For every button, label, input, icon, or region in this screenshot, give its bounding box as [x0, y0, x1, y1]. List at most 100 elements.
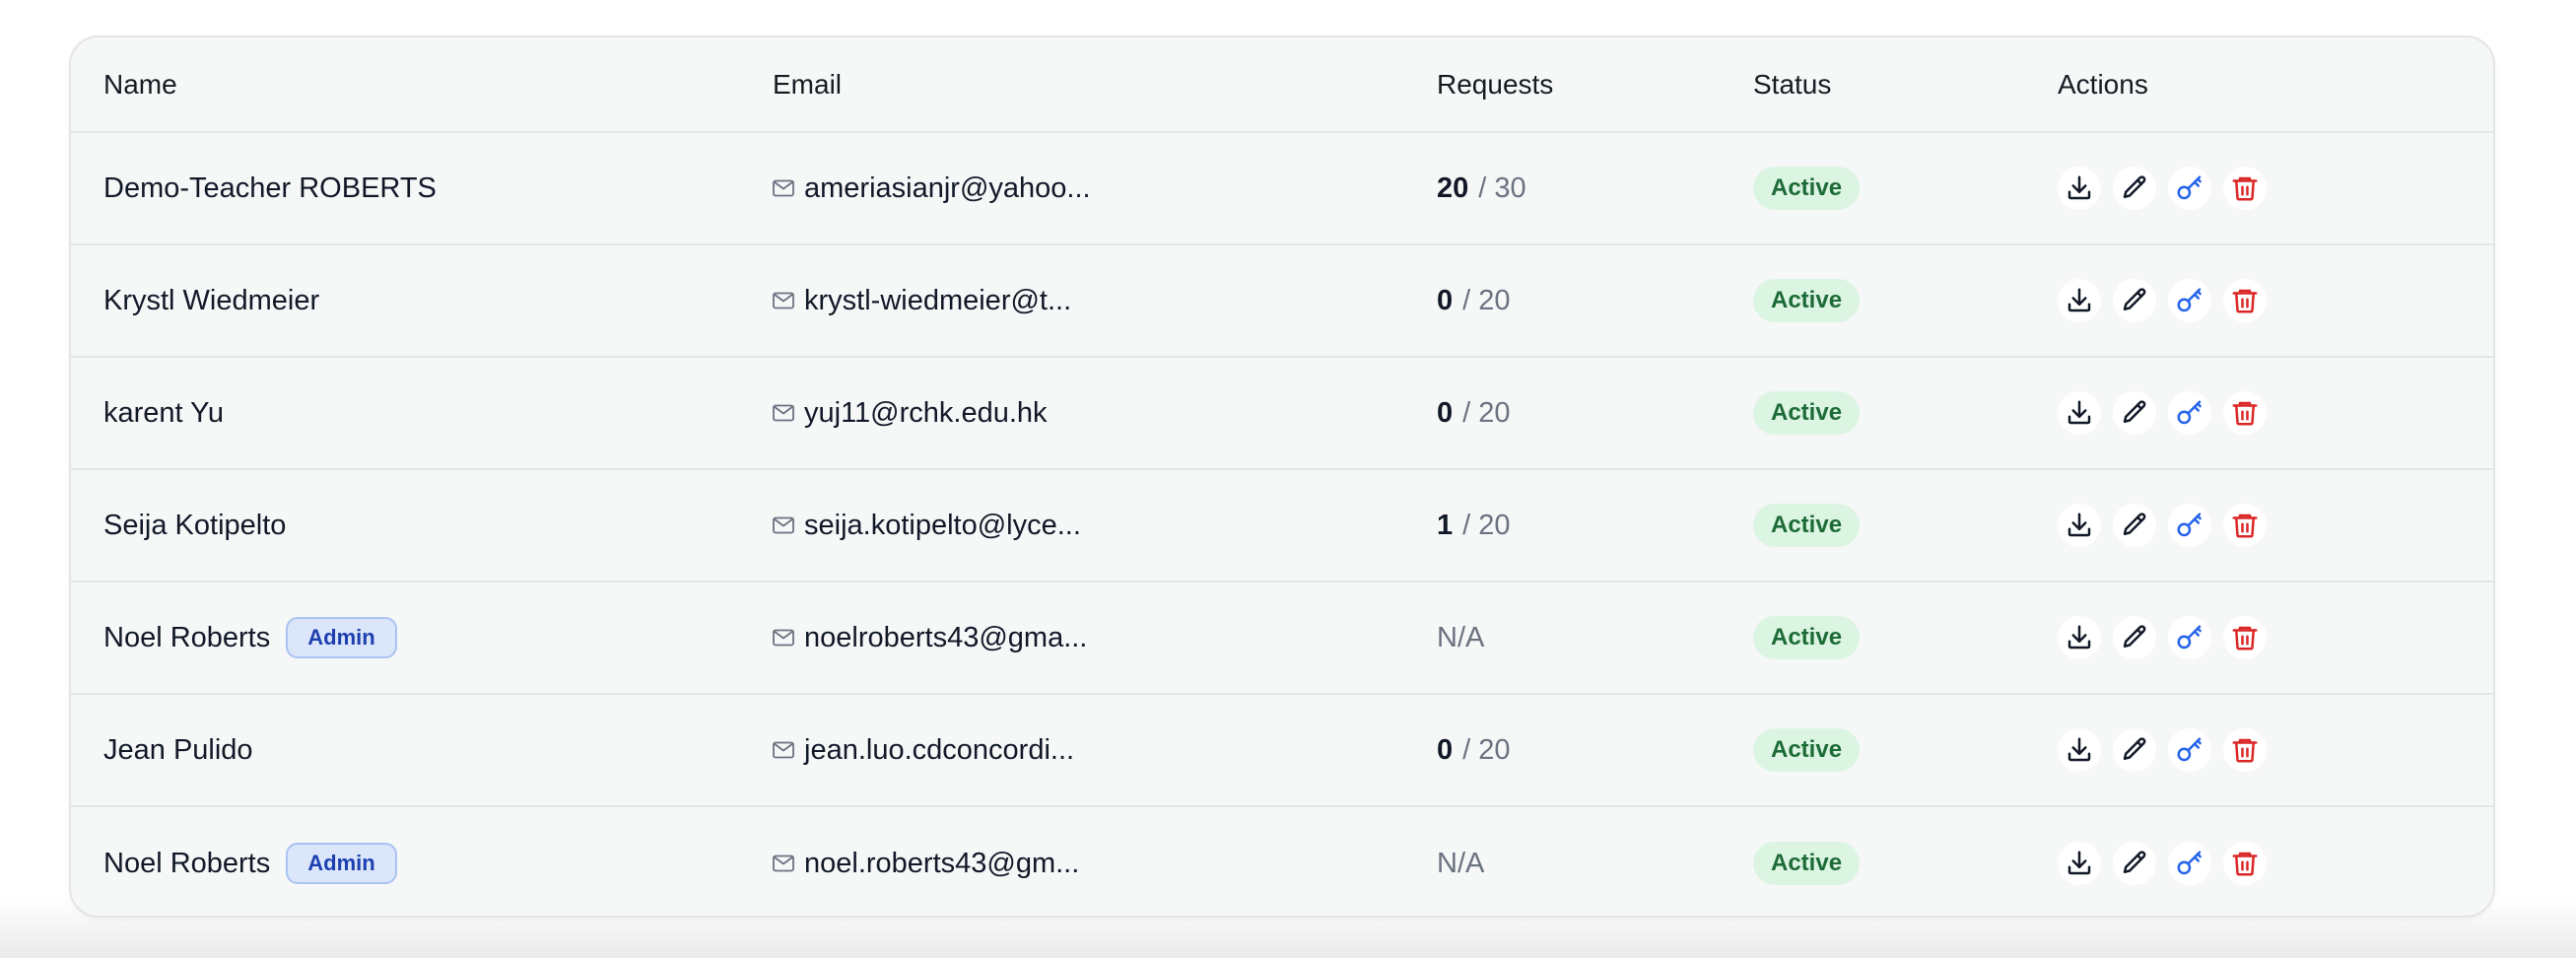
download-icon [2065, 623, 2094, 652]
trash-icon [2230, 398, 2260, 428]
name-cell: Jean Pulido [103, 695, 253, 805]
header-name: Name [103, 68, 177, 100]
download-button[interactable] [2058, 167, 2101, 210]
actions-cell [2058, 358, 2278, 468]
status-cell: Active [1753, 358, 1861, 468]
key-icon [2175, 849, 2204, 878]
download-button[interactable] [2058, 504, 2101, 547]
user-email: krystl-wiedmeier@t... [804, 284, 1072, 316]
key-icon [2175, 735, 2204, 765]
header-email: Email [773, 68, 843, 100]
header-actions: Actions [2058, 68, 2148, 100]
requests-limit: 20 [1478, 733, 1511, 766]
key-icon [2175, 623, 2204, 652]
email-cell: yuj11@rchk.edu.hk [773, 358, 1048, 468]
reset-key-button[interactable] [2168, 616, 2211, 659]
trash-icon [2230, 849, 2260, 878]
edit-button[interactable] [2113, 842, 2156, 885]
pencil-icon [2120, 735, 2149, 765]
download-icon [2065, 849, 2094, 878]
email-cell: noelroberts43@gma... [773, 582, 1087, 693]
download-icon [2065, 398, 2094, 428]
user-name: Seija Kotipelto [103, 509, 287, 541]
requests-used: 1 [1437, 509, 1454, 541]
actions-cell [2058, 807, 2278, 916]
delete-button[interactable] [2223, 391, 2267, 435]
user-email: yuj11@rchk.edu.hk [804, 396, 1048, 429]
table-row: Noel Roberts Admin noelroberts43@gma... N/A… [71, 582, 2493, 695]
status-badge: Active [1753, 842, 1861, 885]
email-cell: seija.kotipelto@lyce... [773, 470, 1081, 581]
edit-button[interactable] [2113, 279, 2156, 322]
edit-button[interactable] [2113, 728, 2156, 772]
name-cell: Demo-Teacher ROBERTS [103, 133, 437, 243]
name-cell: Seija Kotipelto [103, 470, 286, 581]
pencil-icon [2120, 511, 2149, 540]
reset-key-button[interactable] [2168, 728, 2211, 772]
status-badge: Active [1753, 616, 1861, 659]
user-name: Demo-Teacher ROBERTS [103, 171, 437, 204]
name-cell: Noel Roberts Admin [103, 582, 397, 693]
delete-button[interactable] [2223, 616, 2267, 659]
requests-limit: 30 [1494, 171, 1526, 204]
user-email: ameriasianjr@yahoo... [804, 171, 1091, 204]
email-cell: jean.luo.cdconcordi... [773, 695, 1074, 805]
reset-key-button[interactable] [2168, 167, 2211, 210]
requests-limit: 20 [1478, 284, 1511, 316]
table-row: Noel Roberts Admin noel.roberts43@gm... N/A… [71, 807, 2493, 916]
status-cell: Active [1753, 695, 1861, 805]
download-button[interactable] [2058, 842, 2101, 885]
edit-button[interactable] [2113, 167, 2156, 210]
download-button[interactable] [2058, 279, 2101, 322]
download-icon [2065, 735, 2094, 765]
edit-button[interactable] [2113, 391, 2156, 435]
requests-cell: N/A [1437, 807, 1484, 916]
reset-key-button[interactable] [2168, 279, 2211, 322]
status-badge: Active [1753, 728, 1861, 772]
requests-cell: 0/20 [1437, 358, 1510, 468]
actions-cell [2058, 582, 2278, 693]
user-name: Jean Pulido [103, 733, 253, 766]
download-button[interactable] [2058, 616, 2101, 659]
name-cell: Krystl Wiedmeier [103, 245, 319, 356]
delete-button[interactable] [2223, 279, 2267, 322]
header-status: Status [1753, 68, 1832, 100]
delete-button[interactable] [2223, 842, 2267, 885]
delete-button[interactable] [2223, 167, 2267, 210]
edit-button[interactable] [2113, 616, 2156, 659]
trash-icon [2230, 735, 2260, 765]
table-row: Jean Pulido jean.luo.cdconcordi... 0/20 Act… [71, 695, 2493, 807]
name-cell: karent Yu [103, 358, 224, 468]
mail-icon [773, 404, 794, 422]
status-cell: Active [1753, 133, 1861, 243]
key-icon [2175, 286, 2204, 315]
pencil-icon [2120, 398, 2149, 428]
name-cell: Noel Roberts Admin [103, 807, 397, 916]
email-cell: krystl-wiedmeier@t... [773, 245, 1071, 356]
requests-separator: / [1478, 171, 1487, 204]
user-name: karent Yu [103, 396, 225, 429]
reset-key-button[interactable] [2168, 504, 2211, 547]
reset-key-button[interactable] [2168, 842, 2211, 885]
table-row: Krystl Wiedmeier krystl-wiedmeier@t... 0/2… [71, 245, 2493, 358]
actions-cell [2058, 470, 2278, 581]
delete-button[interactable] [2223, 728, 2267, 772]
key-icon [2175, 398, 2204, 428]
download-icon [2065, 173, 2094, 203]
download-button[interactable] [2058, 728, 2101, 772]
actions-cell [2058, 133, 2278, 243]
requests-limit: 20 [1478, 396, 1511, 429]
edit-button[interactable] [2113, 504, 2156, 547]
user-email: noelroberts43@gma... [804, 621, 1088, 653]
mail-icon [773, 629, 794, 647]
status-badge: Active [1753, 504, 1861, 547]
reset-key-button[interactable] [2168, 391, 2211, 435]
key-icon [2175, 173, 2204, 203]
download-button[interactable] [2058, 391, 2101, 435]
admin-badge: Admin [286, 617, 397, 658]
trash-icon [2230, 511, 2260, 540]
delete-button[interactable] [2223, 504, 2267, 547]
requests-separator: / [1462, 733, 1471, 766]
status-cell: Active [1753, 245, 1861, 356]
pencil-icon [2120, 849, 2149, 878]
